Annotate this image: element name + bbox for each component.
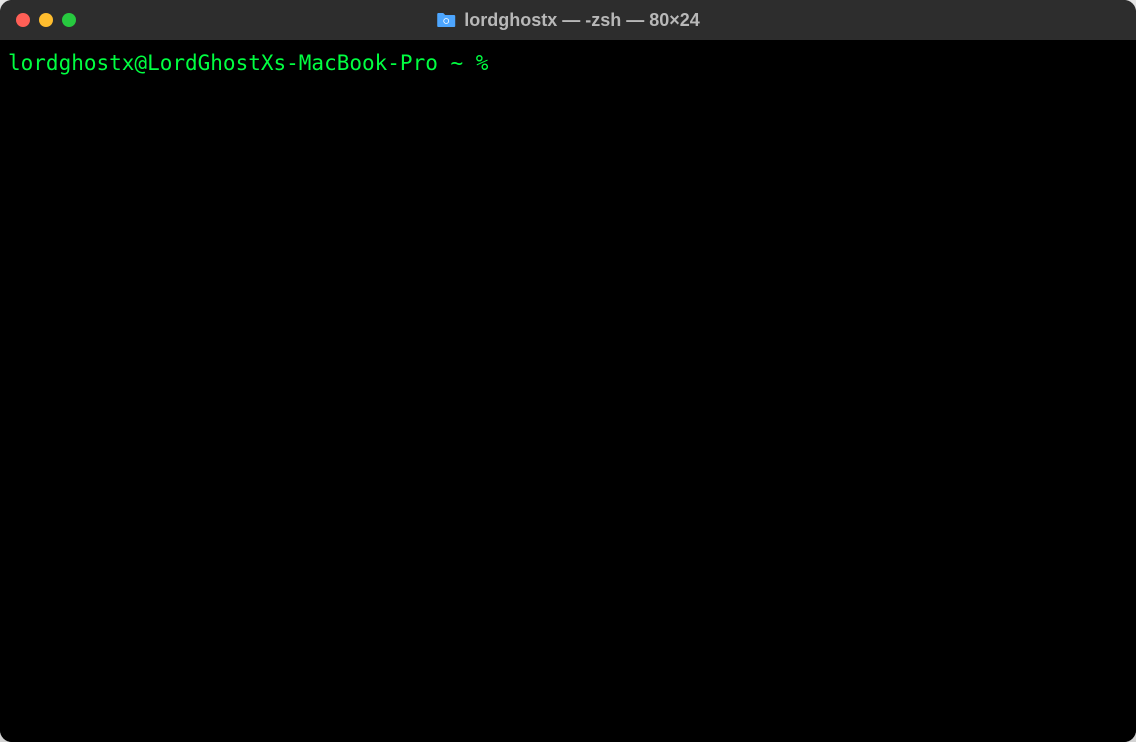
shell-prompt: lordghostx@LordGhostXs-MacBook-Pro ~ % (8, 50, 501, 77)
window-title: lordghostx — -zsh — 80×24 (464, 10, 700, 31)
terminal-body[interactable]: lordghostx@LordGhostXs-MacBook-Pro ~ % (0, 40, 1136, 742)
traffic-lights (16, 13, 76, 27)
minimize-button[interactable] (39, 13, 53, 27)
title-bar[interactable]: lordghostx — -zsh — 80×24 (0, 0, 1136, 40)
folder-icon (436, 12, 456, 28)
title-content: lordghostx — -zsh — 80×24 (436, 10, 700, 31)
maximize-button[interactable] (62, 13, 76, 27)
close-button[interactable] (16, 13, 30, 27)
prompt-line: lordghostx@LordGhostXs-MacBook-Pro ~ % (8, 50, 1128, 77)
terminal-window: lordghostx — -zsh — 80×24 lordghostx@Lor… (0, 0, 1136, 742)
